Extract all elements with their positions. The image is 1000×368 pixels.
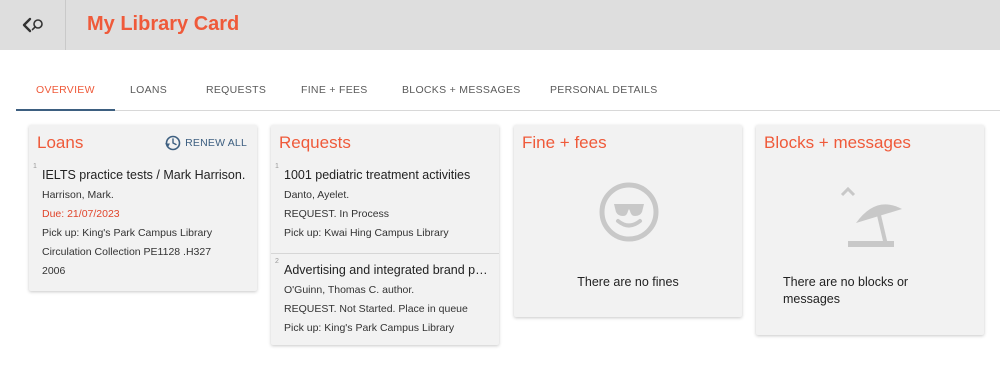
loan-item-title[interactable]: IELTS practice tests / Mark Harrison. [42,168,247,182]
renew-all-label: RENEW ALL [185,137,247,149]
tab-blocks-messages[interactable]: BLOCKS + MESSAGES [382,70,541,111]
top-bar: My Library Card [0,0,1000,50]
request-item-pickup: Pick up: King's Park Campus Library [284,322,455,334]
tab-requests[interactable]: REQUESTS [186,70,286,111]
no-blocks-text-continued: messages [783,292,840,306]
requests-card: Requests 1 1001 pediatric treatment acti… [271,125,499,345]
request-item-author: Danto, Ayelet. [284,189,350,201]
tab-bar: OVERVIEW LOANS REQUESTS FINE + FEES BLOC… [16,70,1000,111]
request-item[interactable]: 2 Advertising and integrated brand promo… [271,258,499,338]
request-item-title[interactable]: 1001 pediatric treatment activities [284,168,489,182]
no-blocks-text: There are no blocks or [783,275,909,289]
loan-item-year: 2006 [42,265,66,277]
beach-umbrella-icon [840,186,902,247]
loan-item-author: Harrison, Mark. [42,189,114,201]
request-item-author: O'Guinn, Thomas C. author. [284,284,415,296]
loan-item-pickup: Pick up: King's Park Campus Library [42,227,213,239]
item-number: 1 [275,163,279,170]
renew-all-button[interactable]: RENEW ALL [164,134,247,152]
request-item-status: REQUEST. In Process [284,208,390,220]
loans-card: Loans RENEW ALL 1 IELTS practice tests /… [29,125,257,291]
item-number: 1 [33,163,37,170]
no-fines-text: There are no fines [577,275,679,289]
fines-card: Fine + fees There are no fines [514,125,742,317]
item-number: 2 [275,258,279,265]
back-search-button[interactable] [0,0,66,50]
tab-fine-fees[interactable]: FINE + FEES [281,70,388,111]
request-item[interactable]: 1 1001 pediatric treatment activities Da… [271,163,499,243]
back-search-icon [22,17,43,33]
tab-personal-details[interactable]: PERSONAL DETAILS [530,70,678,111]
tab-loans[interactable]: LOANS [110,70,187,111]
loan-item[interactable]: 1 IELTS practice tests / Mark Harrison. … [29,163,257,283]
loan-item-collection: Circulation Collection PE1128 .H327 [42,246,212,258]
item-divider [271,253,499,254]
renew-clock-icon [165,135,181,151]
request-item-title[interactable]: Advertising and integrated brand promoti… [284,263,489,277]
blocks-title[interactable]: Blocks + messages [764,133,911,153]
requests-title[interactable]: Requests [279,133,351,153]
fines-title[interactable]: Fine + fees [522,133,607,153]
request-item-pickup: Pick up: Kwai Hing Campus Library [284,227,449,239]
page-title: My Library Card [87,13,240,35]
smiley-sunglasses-icon [599,182,659,242]
tab-overview[interactable]: OVERVIEW [16,70,115,111]
loan-item-due-date: Due: 21/07/2023 [42,208,120,220]
loans-title[interactable]: Loans [37,133,83,153]
blocks-card: Blocks + messages There are no blocks or… [756,125,984,335]
request-item-status: REQUEST. Not Started. Place in queue [284,303,468,315]
